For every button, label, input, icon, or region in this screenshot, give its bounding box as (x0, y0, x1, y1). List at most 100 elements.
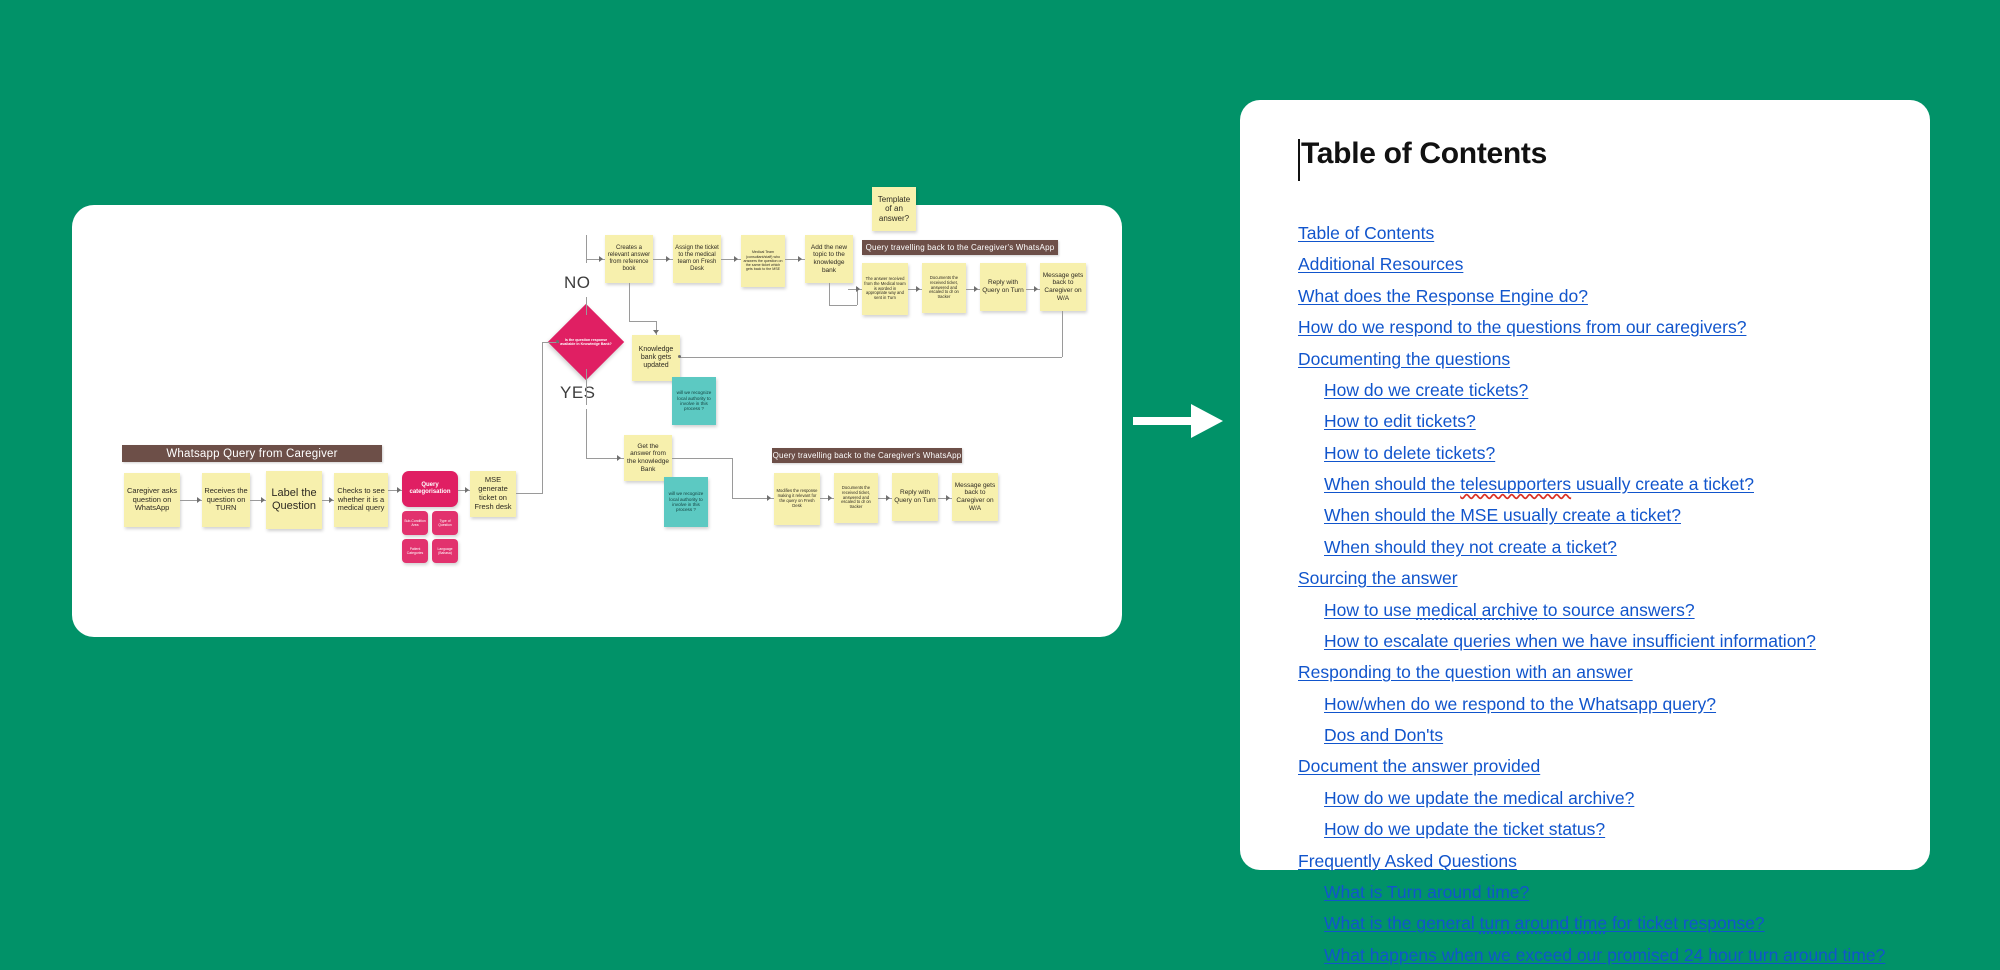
flow-arrowhead-icon (798, 256, 802, 262)
toc-link[interactable]: Frequently Asked Questions (1298, 851, 1517, 873)
flow-arrowhead-icon (617, 455, 621, 461)
flow-section-bar-return-top: Query travelling back to the Caregiver's… (862, 240, 1058, 255)
toc-link[interactable]: Documenting the questions (1298, 349, 1510, 371)
flow-node-label: Template of an answer? (877, 194, 911, 223)
flow-node-creates-relevant-answer[interactable]: Creates a relevant answer from reference… (605, 235, 653, 283)
flow-note-local-authority-top[interactable]: will we recognize local authority to inv… (672, 377, 716, 425)
toc-link[interactable]: What does the Response Engine do? (1298, 286, 1588, 308)
flow-node-message-back-caregiver-top[interactable]: Message gets back to Caregiver on W/A (1040, 263, 1086, 311)
flow-node-label: Patient Categories (406, 546, 424, 555)
flow-node-documents-ticket-top[interactable]: Documents the received ticket, answered … (922, 263, 966, 313)
flow-node-label: Receives the question on TURN (204, 485, 248, 513)
flow-connector (721, 259, 741, 260)
flow-node-label: MSE generate ticket on Fresh desk (474, 475, 512, 511)
flow-node-label: Get the answer from the knowledge Bank (627, 442, 669, 473)
flow-node-reply-with-query-turn-bottom[interactable]: Reply with Query on Turn (892, 473, 938, 521)
flow-connector (829, 283, 830, 305)
toc-link[interactable]: When should the MSE usually create a tic… (1324, 505, 1681, 527)
flow-connector (542, 342, 543, 494)
flow-arrowhead-icon (329, 497, 333, 503)
toc-link[interactable]: How do we update the medical archive? (1324, 788, 1634, 810)
flow-node-reply-with-query-turn-top[interactable]: Reply with Query on Turn (980, 263, 1026, 311)
flow-connector (1062, 311, 1063, 357)
flow-arrowhead-icon (886, 495, 890, 501)
flow-arrowhead-icon (261, 497, 265, 503)
flow-arrowhead-icon (397, 487, 401, 493)
flowchart-card: Whatsapp Query from Caregiver Caregiver … (72, 187, 1122, 637)
flow-node-label: Medical Team (consultant/staff) who answ… (743, 250, 783, 272)
flow-note-template-of-answer[interactable]: Template of an answer? (872, 187, 916, 231)
flow-node-message-back-caregiver-bottom[interactable]: Message gets back to Caregiver on W/A (952, 473, 998, 521)
toc-link[interactable]: How to use medical archive to source ans… (1324, 600, 1695, 622)
toc-link[interactable]: Additional Resources (1298, 254, 1463, 276)
flowchart-canvas[interactable]: Whatsapp Query from Caregiver Caregiver … (72, 187, 1122, 637)
toc-link[interactable]: How do we respond to the questions from … (1298, 317, 1746, 339)
flow-node-label: will we recognize local authority to inv… (676, 390, 712, 412)
toc-link[interactable]: When should the telesupporters usually c… (1324, 474, 1754, 496)
flow-node-label: Documents the received ticket, answered … (841, 484, 871, 510)
toc-link[interactable]: How do we create tickets? (1324, 380, 1528, 402)
toc-link[interactable]: When should they not create a ticket? (1324, 537, 1617, 559)
flow-node-label: Checks to see whether it is a medical qu… (337, 485, 385, 513)
toc-link[interactable]: Table of Contents (1298, 223, 1434, 245)
flow-node-documents-ticket-bottom[interactable]: Documents the received ticket, answered … (834, 473, 878, 523)
flow-node-caregiver-asks[interactable]: Caregiver asks question on WhatsApp (124, 473, 180, 527)
flow-node-category-sub-condition-area[interactable]: Sub-Condition Area (402, 511, 428, 535)
flow-node-label: Creates a relevant answer from reference… (607, 244, 651, 273)
flow-section-bar-label: Query travelling back to the Caregiver's… (865, 243, 1055, 252)
toc-link[interactable]: Document the answer provided (1298, 756, 1540, 778)
flow-node-label: Type of Question (438, 518, 452, 527)
flow-arrowhead-icon (946, 495, 950, 501)
flow-node-label: Language (Bahasa) (437, 546, 453, 555)
flow-node-get-answer-knowledge-bank[interactable]: Get the answer from the knowledge Bank (624, 435, 672, 481)
toc-link[interactable]: What is Turn around time? (1324, 882, 1529, 904)
flow-arrowhead-icon (653, 330, 659, 334)
toc-link[interactable]: How to delete tickets? (1324, 443, 1495, 465)
screen: Whatsapp Query from Caregiver Caregiver … (0, 0, 2000, 970)
flow-section-bar-return-bottom: Query travelling back to the Caregiver's… (772, 448, 962, 463)
flow-node-category-type-of-question[interactable]: Type of Question (432, 511, 458, 535)
flow-node-receives-question[interactable]: Receives the question on TURN (202, 473, 250, 527)
right-arrow-icon (1133, 404, 1223, 438)
flow-node-category-language-bahasa[interactable]: Language (Bahasa) (432, 539, 458, 563)
flow-node-label: will we recognize local authority to inv… (668, 491, 704, 513)
toc-link[interactable]: How do we update the ticket status? (1324, 819, 1605, 841)
flow-node-query-categorisation[interactable]: Query categorisation (402, 471, 458, 507)
flow-node-knowledge-bank-updated[interactable]: Knowledge bank gets updated (632, 335, 680, 381)
flow-node-label: Message gets back to Caregiver on W/A (954, 481, 996, 512)
table-of-contents-list[interactable]: Table of Contents Additional Resources Wha… (1298, 223, 1886, 967)
toc-link[interactable]: What happens when we exceed our promised… (1324, 945, 1885, 967)
toc-link[interactable]: How to edit tickets? (1324, 411, 1476, 433)
toc-link[interactable]: How to escalate queries when we have ins… (1324, 631, 1816, 653)
flow-node-label: Query categorisation (409, 481, 451, 495)
flow-arrowhead-icon (856, 286, 860, 292)
flow-node-label-the-question[interactable]: Label the Question (266, 471, 322, 529)
flow-connector (586, 297, 587, 315)
flow-node-mse-generate-ticket[interactable]: MSE generate ticket on Fresh desk (470, 471, 516, 517)
flow-node-label: The answer received from the Medical tea… (864, 275, 906, 301)
toc-link[interactable]: Responding to the question with an answe… (1298, 662, 1633, 684)
toc-link[interactable]: Dos and Don'ts (1324, 725, 1443, 747)
toc-link[interactable]: Sourcing the answer (1298, 568, 1458, 590)
document-card: Table of Contents Table of Contents Addit… (1240, 100, 1930, 965)
flow-connector (732, 458, 733, 498)
flow-connector (672, 458, 732, 459)
flow-node-category-patient-categories[interactable]: Patient Categories (402, 539, 428, 563)
spellcheck-underline: telesupporters (1460, 474, 1572, 494)
flow-node-medical-team-answers[interactable]: Medical Team (consultant/staff) who answ… (741, 235, 785, 287)
flow-node-assign-ticket-medical-team[interactable]: Assign the ticket to the medical team on… (673, 235, 721, 283)
flow-node-answer-worded-sent-turn[interactable]: The answer received from the Medical tea… (862, 263, 908, 315)
flow-note-local-authority-bottom[interactable]: will we recognize local authority to inv… (664, 477, 708, 527)
flow-node-add-new-topic[interactable]: Add the new topic to the knowledge bank (805, 235, 853, 283)
flow-node-label: Documents the received ticket, answered … (929, 274, 959, 300)
flow-node-label: Reply with Query on Turn (894, 489, 936, 504)
flow-node-checks-medical-query[interactable]: Checks to see whether it is a medical qu… (334, 473, 388, 527)
flow-node-modifies-response[interactable]: Modifies the response making it relevant… (774, 473, 820, 525)
flow-connector (586, 409, 587, 459)
toc-link[interactable]: What is the general turn around time for… (1324, 913, 1765, 935)
flow-node-label: Knowledge bank gets updated (638, 345, 674, 370)
flow-node-label: Reply with Query on Turn (982, 279, 1024, 294)
toc-link[interactable]: How/when do we respond to the Whatsapp q… (1324, 694, 1716, 716)
flow-node-label: Add the new topic to the knowledge bank (810, 243, 848, 274)
flow-arrowhead-icon (916, 286, 920, 292)
